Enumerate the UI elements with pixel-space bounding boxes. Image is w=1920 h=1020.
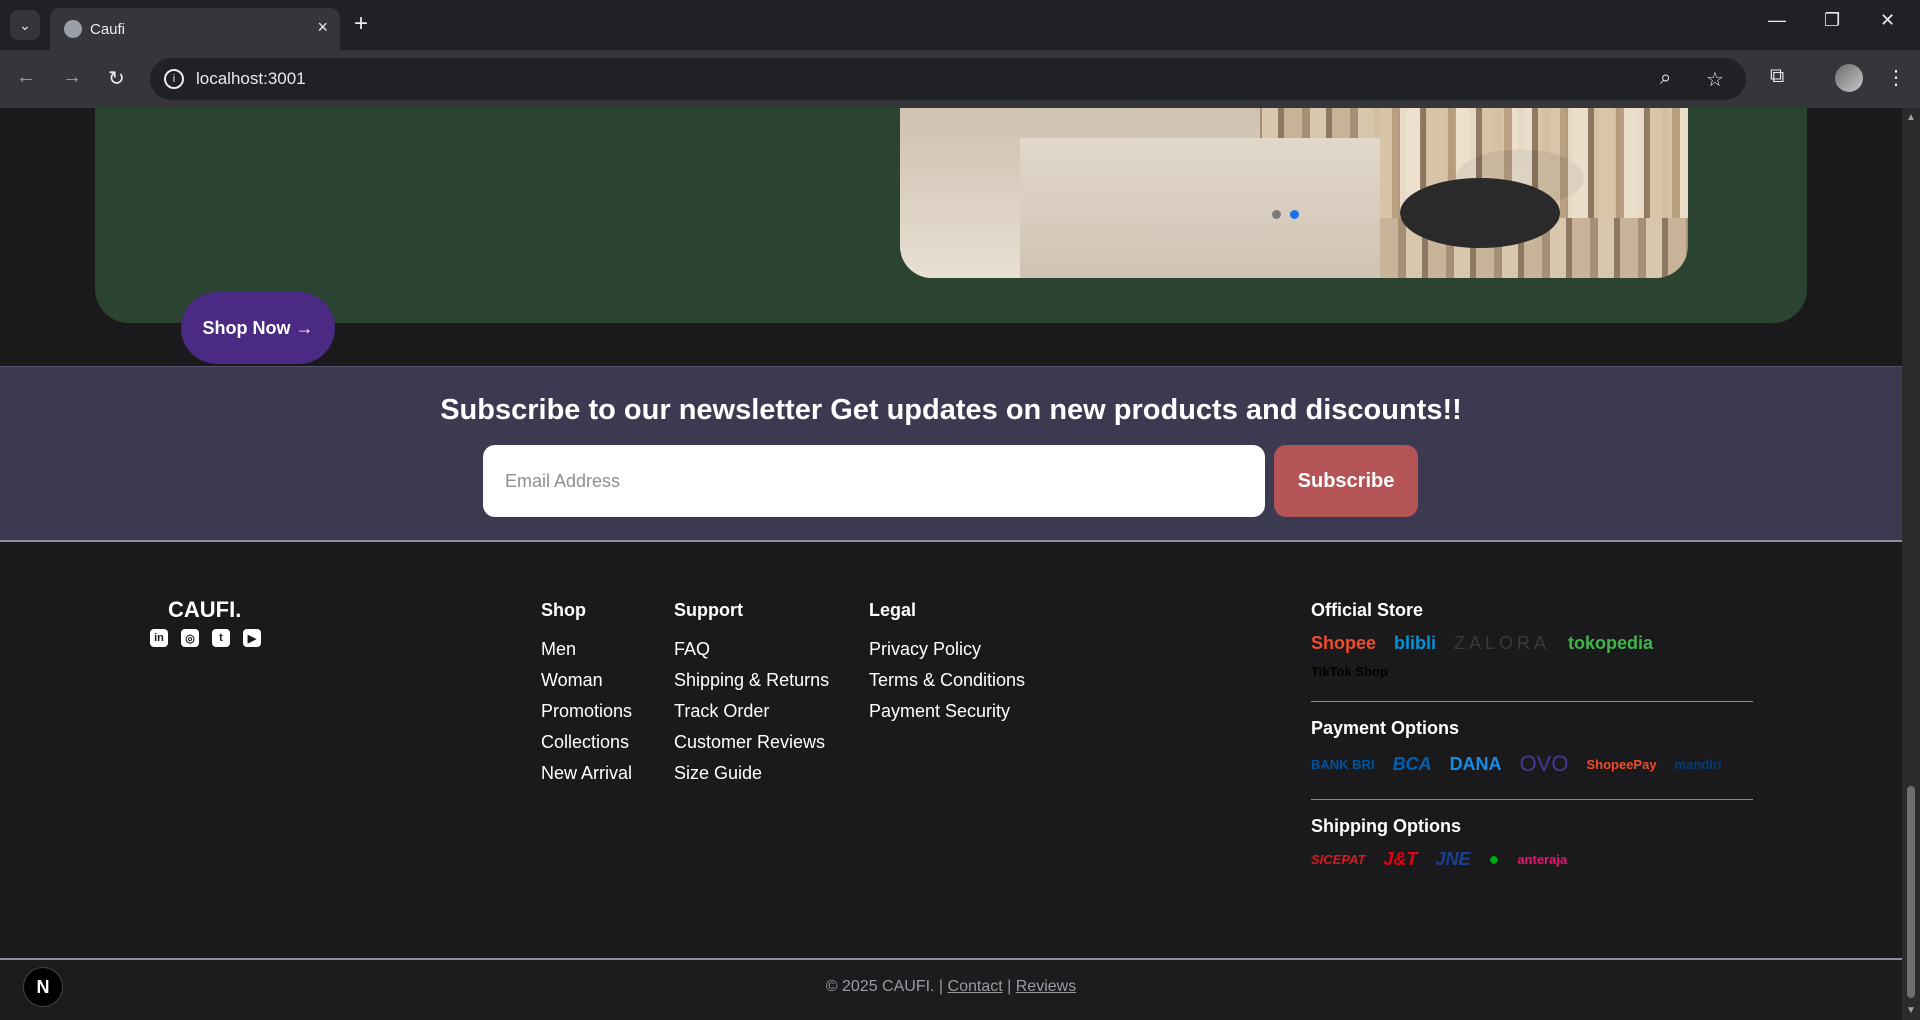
carousel-dot[interactable]: [1290, 210, 1299, 219]
globe-icon: [64, 20, 82, 38]
instagram-icon[interactable]: ◎: [181, 629, 199, 647]
site-info-icon[interactable]: i: [164, 69, 184, 89]
social-links: in ◎ t ▶: [150, 629, 261, 647]
jnt-logo: J&T: [1383, 849, 1418, 869]
footer-link-men[interactable]: Men: [541, 637, 632, 668]
footer-column-legal: Legal Privacy Policy Terms & Conditions …: [869, 600, 1025, 730]
more-menu-icon[interactable]: ⋮: [1886, 65, 1906, 90]
minimize-button[interactable]: —: [1768, 10, 1786, 31]
scroll-down-icon[interactable]: ▼: [1906, 1005, 1916, 1016]
gosend-logo: ●: [1488, 849, 1500, 869]
tiktok-shop-logo[interactable]: TikTok Shop: [1311, 664, 1753, 679]
divider: [1311, 701, 1753, 702]
address-bar[interactable]: i localhost:3001 ⌕ ☆: [150, 58, 1746, 100]
bca-logo: BCA: [1392, 753, 1432, 774]
back-arrow-icon[interactable]: ←: [16, 66, 36, 89]
footer-column-support: Support FAQ Shipping & Returns Track Ord…: [674, 600, 829, 792]
zalora-logo[interactable]: ZALORA: [1454, 633, 1550, 654]
payment-logos: BANK BRI BCA DANA OVO ShopeePay mandiri: [1311, 751, 1753, 777]
footer-brand-logo[interactable]: CAUFI.: [168, 597, 241, 623]
hero-carousel-image: [900, 108, 1688, 278]
profile-avatar[interactable]: [1835, 64, 1863, 92]
youtube-icon[interactable]: ▶: [243, 629, 261, 647]
newsletter-section: Subscribe to our newsletter Get updates …: [0, 366, 1902, 542]
column-title: Legal: [869, 600, 917, 620]
mandiri-logo: mandiri: [1674, 756, 1722, 772]
reviews-link[interactable]: Reviews: [1016, 978, 1076, 995]
newsletter-title: Subscribe to our newsletter Get updates …: [440, 394, 1462, 426]
linkedin-icon[interactable]: in: [150, 629, 168, 647]
payment-options-title: Payment Options: [1311, 718, 1460, 738]
tokopedia-logo[interactable]: tokopedia: [1568, 633, 1653, 654]
sicepat-logo: SICEPAT: [1311, 852, 1366, 867]
shipping-logos: SICEPAT J&T JNE ● anteraja: [1311, 849, 1753, 870]
blibli-logo[interactable]: blibli: [1394, 633, 1436, 654]
url-text[interactable]: localhost:3001: [196, 69, 306, 89]
footer-link-promotions[interactable]: Promotions: [541, 699, 632, 730]
footer-link-shipping-returns[interactable]: Shipping & Returns: [674, 668, 829, 699]
tab-title: Caufi: [90, 21, 126, 38]
new-tab-button[interactable]: +: [354, 10, 368, 38]
footer-column-shop: Shop Men Woman Promotions Collections Ne…: [541, 600, 632, 792]
forward-arrow-icon[interactable]: →: [62, 66, 82, 89]
contact-link[interactable]: Contact: [948, 978, 1003, 995]
shop-now-button[interactable]: Shop Now →: [181, 292, 335, 364]
footer-link-collections[interactable]: Collections: [541, 730, 632, 761]
footer-link-customer-reviews[interactable]: Customer Reviews: [674, 730, 829, 761]
tab-search-chevron-icon[interactable]: ⌄: [10, 10, 40, 40]
subscribe-button[interactable]: Subscribe: [1274, 445, 1418, 517]
footer-link-privacy-policy[interactable]: Privacy Policy: [869, 637, 1025, 668]
reload-icon[interactable]: ↻: [108, 66, 125, 91]
footer-partners: Official Store Shopee blibli ZALORA toko…: [1311, 600, 1753, 870]
ovo-logo: OVO: [1519, 751, 1569, 776]
footer-link-track-order[interactable]: Track Order: [674, 699, 829, 730]
copyright: © 2025 CAUFI. | Contact | Reviews: [0, 978, 1902, 996]
footer-link-woman[interactable]: Woman: [541, 668, 632, 699]
browser-tab[interactable]: Caufi ×: [50, 8, 340, 50]
footer-link-new-arrival[interactable]: New Arrival: [541, 761, 632, 792]
carousel-dot[interactable]: [1272, 210, 1281, 219]
page-scrollbar[interactable]: ▲ ▼: [1902, 108, 1920, 1020]
close-tab-icon[interactable]: ×: [317, 17, 328, 38]
footer: CAUFI. in ◎ t ▶ Shop Men Woman Promotion…: [0, 542, 1902, 958]
email-input[interactable]: [483, 445, 1265, 517]
official-store-logos: Shopee blibli ZALORA tokopedia TikTok Sh…: [1311, 633, 1753, 679]
footer-link-size-guide[interactable]: Size Guide: [674, 761, 829, 792]
page-viewport: Shop Now → Subscribe to our newsletter G…: [0, 108, 1902, 1020]
close-window-button[interactable]: ✕: [1880, 10, 1895, 31]
browser-tab-bar: ⌄ Caufi × + — ❐ ✕: [0, 0, 1920, 50]
column-title: Shop: [541, 600, 586, 620]
divider: [1311, 799, 1753, 800]
dana-logo: DANA: [1449, 753, 1502, 774]
hero-banner: Shop Now →: [95, 108, 1807, 364]
footer-bottom-bar: N © 2025 CAUFI. | Contact | Reviews: [0, 958, 1902, 1020]
separator: |: [1007, 978, 1012, 995]
copyright-text: © 2025 CAUFI. |: [825, 978, 944, 995]
browser-toolbar: ← → ↻ i localhost:3001 ⌕ ☆ ⧉ ⋮: [0, 50, 1920, 108]
column-title: Support: [674, 600, 743, 620]
shopeepay-logo: ShopeePay: [1586, 756, 1657, 772]
extensions-icon[interactable]: ⧉: [1770, 65, 1784, 88]
twitter-icon[interactable]: t: [212, 629, 230, 647]
footer-link-faq[interactable]: FAQ: [674, 637, 829, 668]
shipping-options-title: Shipping Options: [1311, 816, 1461, 836]
zoom-icon[interactable]: ⌕: [1660, 67, 1671, 90]
scroll-up-icon[interactable]: ▲: [1906, 112, 1916, 123]
footer-link-payment-security[interactable]: Payment Security: [869, 699, 1025, 730]
footer-link-terms-conditions[interactable]: Terms & Conditions: [869, 668, 1025, 699]
bri-logo: BANK BRI: [1311, 756, 1375, 772]
official-store-title: Official Store: [1311, 600, 1424, 620]
anteraja-logo: anteraja: [1517, 852, 1568, 867]
shopee-logo[interactable]: Shopee: [1311, 633, 1376, 654]
bookmark-star-icon[interactable]: ☆: [1706, 67, 1724, 92]
jne-logo: JNE: [1435, 849, 1471, 869]
restore-button[interactable]: ❐: [1824, 10, 1840, 31]
scroll-thumb[interactable]: [1907, 786, 1915, 998]
